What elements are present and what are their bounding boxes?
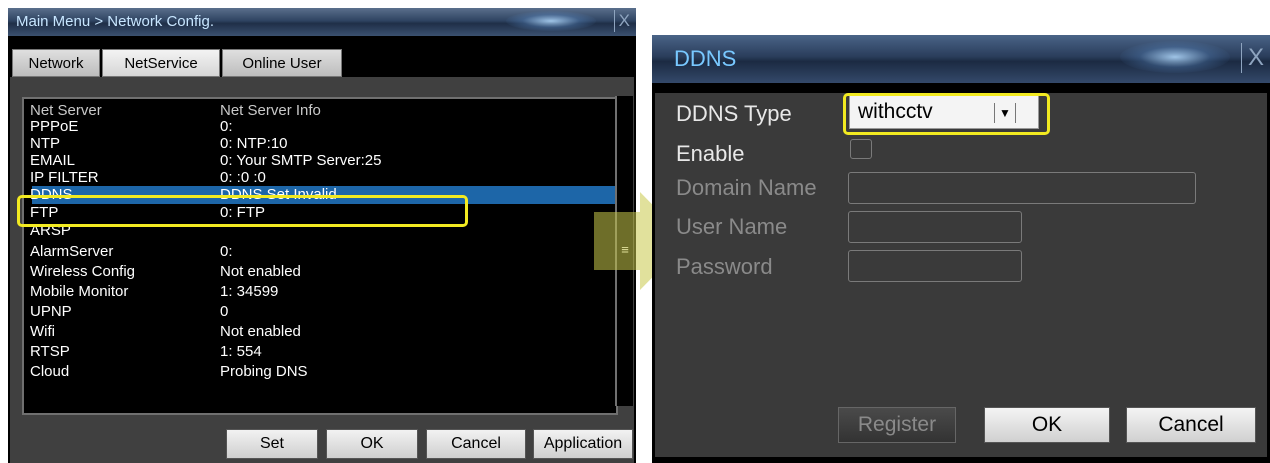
network-config-title: Main Menu > Network Config. [16,13,215,30]
network-config-window: Main Menu > Network Config. X Network Ne… [8,8,636,463]
titlebar-glow [506,11,596,31]
application-button[interactable]: Application [533,429,633,459]
list-item[interactable]: IP FILTER 0: :0 :0 [30,170,612,186]
list-item[interactable]: RTSP 1: 554 [30,344,612,360]
ddns-row-highlight [17,195,468,227]
list-item[interactable]: Wireless Config Not enabled [30,264,612,280]
list-item-info: 0: [220,243,233,260]
list-item-server: EMAIL [30,152,76,169]
register-button[interactable]: Register [838,407,956,443]
titlebar-glow [1120,41,1230,73]
list-item-info: Not enabled [220,263,301,280]
network-config-titlebar: Main Menu > Network Config. X [8,8,636,36]
list-item-info: 0: NTP:10 [220,135,288,152]
domain-name-label: Domain Name [676,175,817,200]
list-item-info: 0 [220,303,229,320]
ddns-title: DDNS [674,46,737,71]
list-item-server: UPNP [30,303,72,320]
list-item-info: 0: :0 :0 [220,169,266,186]
domain-name-field[interactable] [848,172,1196,204]
tab-online-user[interactable]: Online User [222,49,342,77]
close-icon[interactable]: X [613,10,630,32]
ddns-dialog: DDNS X DDNS Type withcctv ▼ Enable Domai… [652,35,1270,463]
list-item[interactable]: Mobile Monitor 1: 34599 [30,284,612,300]
net-server-list[interactable]: Net Server Net Server Info PPPoE 0: NTP … [22,97,618,415]
user-name-field[interactable] [848,211,1022,243]
list-item-info: 0: [220,118,233,135]
list-item-server: Wifi [30,323,55,340]
list-header: Net Server Net Server Info [30,103,612,119]
set-button[interactable]: Set [226,429,318,459]
list-item-info: 0: Your SMTP Server:25 [220,152,382,169]
ddns-type-highlight [843,93,1050,135]
ddns-type-label: DDNS Type [676,101,792,126]
list-item-server: Cloud [30,363,70,380]
netservice-panel: Net Server Net Server Info PPPoE 0: NTP … [10,77,634,463]
list-item-server: NTP [30,135,60,152]
list-item[interactable]: AlarmServer 0: [30,244,612,260]
list-item[interactable]: Cloud Probing DNS [30,364,612,380]
password-field[interactable] [848,250,1022,282]
list-item[interactable]: NTP 0: NTP:10 [30,136,612,152]
enable-label: Enable [676,141,745,166]
list-item[interactable]: Wifi Not enabled [30,324,612,340]
list-item-server: RTSP [30,343,70,360]
close-icon[interactable]: X [1240,43,1264,73]
list-item[interactable]: PPPoE 0: [30,119,612,135]
column-header-net-server-info: Net Server Info [220,102,321,119]
ok-button[interactable]: OK [326,429,418,459]
user-name-label: User Name [676,214,788,239]
tab-netservice[interactable]: NetService [102,49,220,77]
ddns-titlebar: DDNS X [652,35,1270,83]
list-item[interactable]: UPNP 0 [30,304,612,320]
enable-checkbox[interactable] [850,139,872,159]
list-item-server: Mobile Monitor [30,283,129,300]
list-item-server: IP FILTER [30,169,99,186]
list-item-server: AlarmServer [30,243,114,260]
ok-button[interactable]: OK [984,407,1110,443]
list-item-info: Probing DNS [220,363,308,380]
list-item-info: 1: 34599 [220,283,279,300]
list-item-server: Wireless Config [30,263,136,280]
password-label: Password [676,254,773,279]
cancel-button[interactable]: Cancel [1126,407,1256,443]
tab-network[interactable]: Network [12,49,100,77]
list-item[interactable]: EMAIL 0: Your SMTP Server:25 [30,153,612,169]
cancel-button[interactable]: Cancel [426,429,526,459]
column-header-net-server: Net Server [30,102,102,119]
list-item-server: PPPoE [30,118,79,135]
list-item-info: Not enabled [220,323,301,340]
list-item-info: 1: 554 [220,343,262,360]
